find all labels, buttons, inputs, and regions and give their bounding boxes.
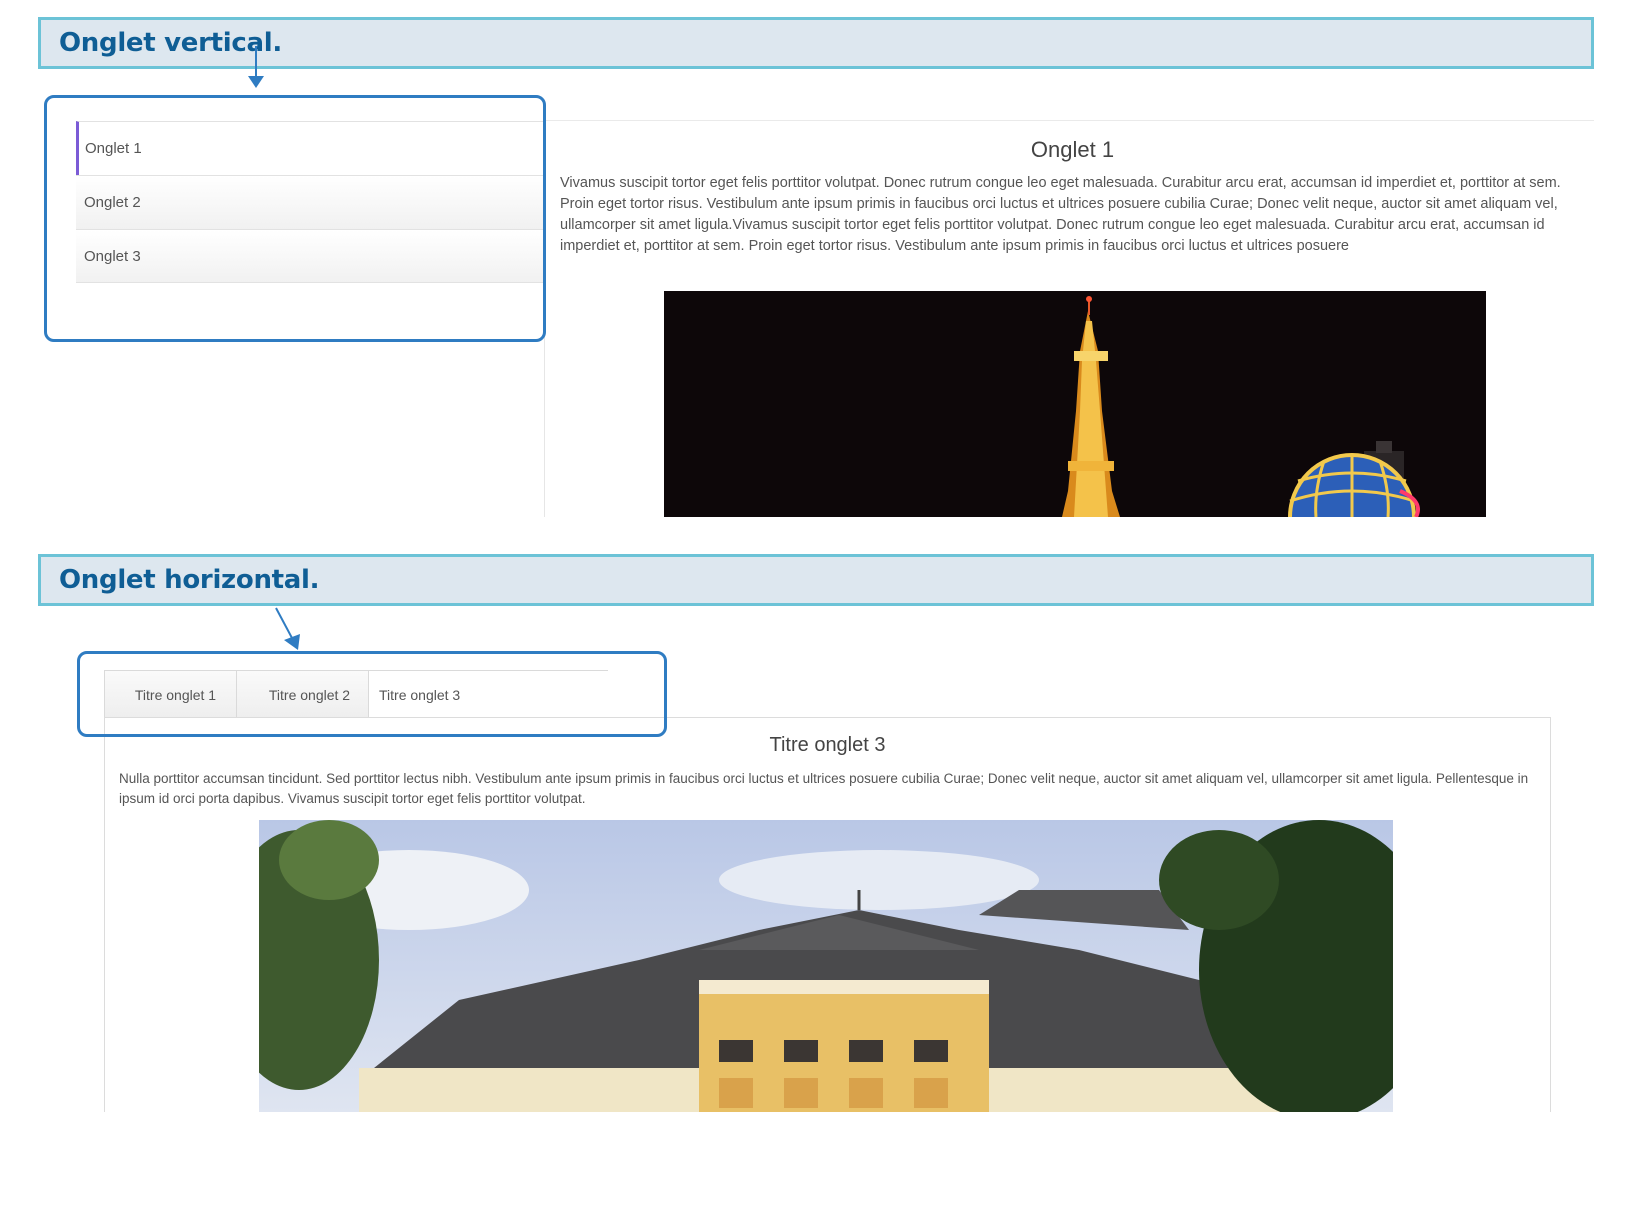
- vertical-tab-3[interactable]: Onglet 3: [76, 229, 544, 283]
- vertical-tab-panel: Onglet 1 Vivamus suscipit tortor eget fe…: [560, 121, 1585, 257]
- vertical-tab-list: Onglet 1 Onglet 2 Onglet 3: [76, 121, 544, 283]
- horizontal-panel-title: Titre onglet 3: [769, 734, 886, 756]
- horizontal-tab-3[interactable]: Titre onglet 3: [368, 670, 608, 718]
- horizontal-tab-2[interactable]: Titre onglet 2: [236, 670, 368, 718]
- yellow-building-image: [259, 820, 1393, 1112]
- vertical-tab-2[interactable]: Onglet 2: [76, 175, 544, 229]
- horizontal-tab-1[interactable]: Titre onglet 1: [104, 670, 236, 718]
- horizontal-tab-label: Titre onglet 3: [379, 686, 461, 703]
- vertical-tab-label: Onglet 1: [85, 140, 142, 157]
- vertical-panel-text: Vivamus suscipit tortor eget felis portt…: [560, 175, 1561, 254]
- horizontal-section-banner: Onglet horizontal.: [38, 554, 1594, 606]
- vertical-tab-divider: [544, 121, 545, 517]
- vertical-tab-label: Onglet 3: [84, 247, 141, 265]
- horizontal-tab-bar: Titre onglet 1 Titre onglet 2 Titre ongl…: [104, 670, 608, 718]
- vertical-tab-1[interactable]: Onglet 1: [76, 121, 544, 175]
- horizontal-tab-label: Titre onglet 2: [268, 686, 351, 703]
- callout-arrow-icon: [275, 607, 300, 650]
- horizontal-panel-text: Nulla porttitor accumsan tincidunt. Sed …: [119, 771, 1529, 806]
- vertical-panel-title: Onglet 1: [1030, 137, 1115, 162]
- horizontal-tab-label: Titre onglet 1: [134, 686, 217, 703]
- vertical-section-banner: Onglet vertical.: [38, 17, 1594, 69]
- vertical-tab-label: Onglet 2: [84, 194, 141, 211]
- horizontal-section-heading: Onglet horizontal.: [59, 565, 320, 595]
- night-eiffel-tower-image: [664, 291, 1486, 517]
- callout-arrow-icon: [248, 46, 264, 88]
